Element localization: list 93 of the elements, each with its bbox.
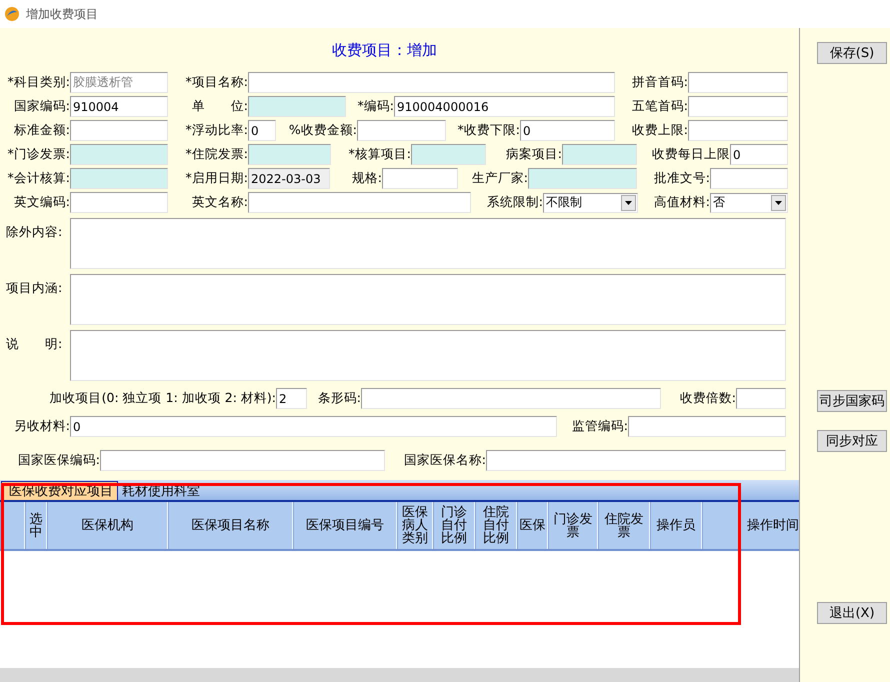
column-header[interactable]: 门诊自付比例 <box>433 502 475 549</box>
action-button[interactable]: 同步对应 <box>817 430 887 452</box>
field-label: *会计核算: <box>6 170 70 187</box>
field-label: 说 明: <box>5 335 64 353</box>
input-field[interactable] <box>361 388 661 409</box>
input-field[interactable]: 胶膜透析管 <box>70 72 168 93</box>
input-field[interactable]: 910004000016 <box>394 96 615 117</box>
column-header[interactable]: 住院自付比例 <box>475 502 517 549</box>
field-label: 加收项目(0: 独立项 1: 加收项 2: 材料): <box>48 390 276 407</box>
input-field[interactable] <box>248 192 471 213</box>
column-header[interactable]: 门诊发票 <box>548 502 598 549</box>
form-heading: 收费项目：增加 <box>332 40 437 60</box>
input-field[interactable] <box>736 388 786 409</box>
action-button[interactable]: 司步国家码 <box>817 390 887 412</box>
field-label: 单 位: <box>190 98 248 115</box>
field-label: 英文名称: <box>190 194 248 211</box>
input-field[interactable]: 否 <box>710 192 788 212</box>
field-label: %收费金额: <box>288 122 357 139</box>
input-field[interactable] <box>688 96 788 117</box>
input-field[interactable] <box>562 144 637 165</box>
field-label: 国家医保名称: <box>402 452 486 469</box>
text-area[interactable] <box>70 274 786 325</box>
column-header[interactable]: 选中 <box>25 502 47 549</box>
field-label: *科目类别: <box>6 74 70 91</box>
text-area[interactable] <box>70 330 786 381</box>
field-label: *门诊发票: <box>6 146 70 163</box>
input-field[interactable] <box>70 120 168 141</box>
column-header[interactable]: 医保病人类别 <box>397 502 433 549</box>
field-label: 项目内涵: <box>5 279 64 297</box>
field-label: 英文编码: <box>12 194 70 211</box>
action-button[interactable]: 退出(X) <box>817 602 887 624</box>
column-header[interactable]: 医保项目编号 <box>293 502 397 549</box>
input-field[interactable]: 2 <box>276 388 307 409</box>
input-field[interactable] <box>710 168 788 189</box>
input-field[interactable]: 0 <box>730 144 788 165</box>
field-label: 收费倍数: <box>678 390 736 407</box>
field-label: 收费上限: <box>630 122 688 139</box>
field-label: 监管编码: <box>570 418 628 435</box>
input-field[interactable] <box>248 72 615 93</box>
field-label: 拼音首码: <box>630 74 688 91</box>
input-field[interactable] <box>100 450 385 471</box>
field-label: 国家编码: <box>12 98 70 115</box>
input-field[interactable] <box>411 144 486 165</box>
input-field[interactable] <box>628 416 786 437</box>
field-label: *编码: <box>356 98 394 115</box>
field-label: 除外内容: <box>5 223 64 241</box>
input-field[interactable] <box>486 450 786 471</box>
input-field[interactable] <box>248 144 331 165</box>
input-field[interactable]: 0 <box>248 120 276 141</box>
input-field[interactable] <box>357 120 446 141</box>
field-label: 高值材料: <box>652 194 710 211</box>
input-field[interactable]: 0 <box>70 416 557 437</box>
field-label: *浮动比率: <box>184 122 248 139</box>
column-header[interactable]: 医保 <box>517 502 548 549</box>
field-label: 另收材料: <box>12 418 70 435</box>
input-field[interactable] <box>688 72 788 93</box>
column-header[interactable]: 操作时间 <box>702 502 799 549</box>
field-label: 五笔首码: <box>630 98 688 115</box>
window-title: 增加收费项目 <box>26 6 98 22</box>
input-field[interactable]: 910004 <box>70 96 168 117</box>
field-label: 系统限制: <box>486 194 543 211</box>
input-field[interactable]: 0 <box>520 120 615 141</box>
input-field[interactable] <box>248 96 346 117</box>
field-label: 规格: <box>350 170 382 187</box>
input-field[interactable] <box>70 192 168 213</box>
row-header-cell <box>0 502 25 549</box>
action-button[interactable]: 保存(S) <box>817 42 887 64</box>
field-label: *启用日期: <box>184 170 248 187</box>
input-field[interactable] <box>70 168 168 189</box>
column-header[interactable]: 住院发票 <box>598 502 650 549</box>
field-label: 标准金额: <box>12 122 70 139</box>
input-field[interactable] <box>382 168 458 189</box>
input-field[interactable] <box>688 120 788 141</box>
field-label: 病案项目: <box>504 146 562 163</box>
field-label: *核算项目: <box>348 146 411 163</box>
field-label: 生产厂家: <box>470 170 528 187</box>
column-header[interactable]: 操作员 <box>650 502 702 549</box>
app-icon <box>4 6 20 22</box>
field-label: *住院发票: <box>184 146 248 163</box>
column-header[interactable]: 医保项目名称 <box>168 502 293 549</box>
input-field[interactable]: 2022-03-03 <box>248 168 330 189</box>
field-label: 收费每日上限 <box>651 146 730 163</box>
field-label: 批准文号: <box>652 170 710 187</box>
horizontal-scrollbar[interactable] <box>0 668 799 682</box>
field-label: *项目名称: <box>184 74 248 91</box>
field-label: *收费下限: <box>456 122 520 139</box>
input-field[interactable] <box>528 168 637 189</box>
field-label: 条形码: <box>316 390 361 407</box>
input-field[interactable] <box>70 144 168 165</box>
text-area[interactable] <box>70 218 786 269</box>
input-field[interactable]: 不限制 <box>543 192 638 212</box>
column-header[interactable]: 医保机构 <box>47 502 168 549</box>
field-label: 国家医保编码: <box>16 452 100 469</box>
